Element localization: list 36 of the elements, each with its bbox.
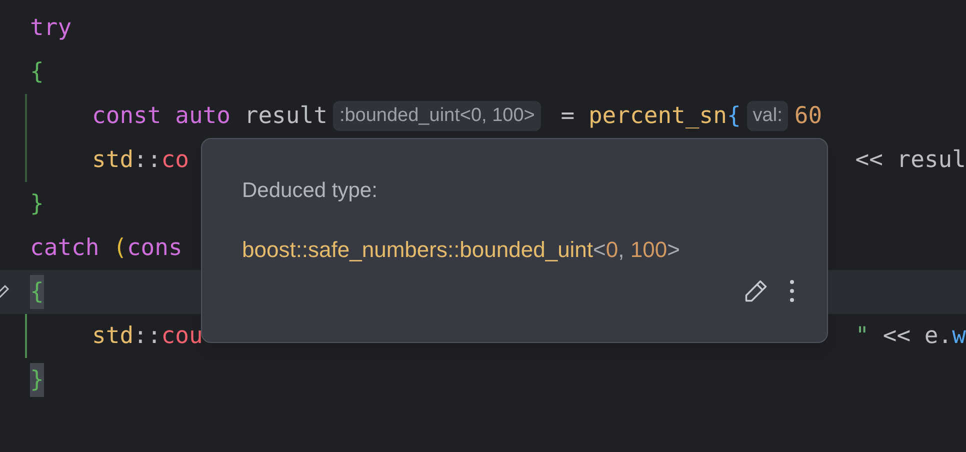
type-token: , [618, 236, 626, 264]
code-token: w [952, 322, 966, 351]
pencil-icon[interactable] [743, 278, 769, 304]
code-token: std [92, 322, 134, 351]
popup-label: Deduced type: [242, 178, 378, 204]
code-token: try [30, 14, 72, 43]
inlay-hint: val: [746, 101, 788, 131]
type-token: boost::safe_numbers::bounded_uint [242, 236, 594, 264]
code-token: :: [134, 322, 162, 351]
code-token: } [30, 362, 44, 398]
code-token: :: [134, 146, 162, 175]
code-token: std [92, 146, 134, 175]
code-token: { [726, 102, 741, 131]
code-token: " [855, 322, 870, 351]
type-token: > [667, 236, 680, 264]
code-token: result [244, 102, 328, 131]
type-token: 0 [606, 236, 618, 264]
code-token: = [560, 102, 576, 131]
code-token: 60 [794, 102, 822, 131]
code-token: << resul [855, 146, 966, 175]
code-token: { [30, 274, 44, 310]
code-token: { [30, 58, 44, 87]
code-token: << e. [882, 322, 952, 351]
more-icon[interactable] [789, 278, 795, 302]
code-token: const [92, 102, 162, 131]
code-token: catch [30, 234, 100, 263]
inlay-hint: :bounded_uint<0, 100> [333, 101, 541, 131]
code-token: auto [175, 102, 232, 131]
code-token: percent_sn [588, 102, 727, 131]
code-token: cons [126, 234, 182, 263]
type-token: 100 [630, 236, 668, 264]
code-token: cou [161, 322, 203, 351]
code-token: ( [113, 234, 127, 263]
code-token: co [161, 146, 189, 175]
code-token: } [30, 190, 44, 219]
type-token: < [593, 236, 606, 264]
